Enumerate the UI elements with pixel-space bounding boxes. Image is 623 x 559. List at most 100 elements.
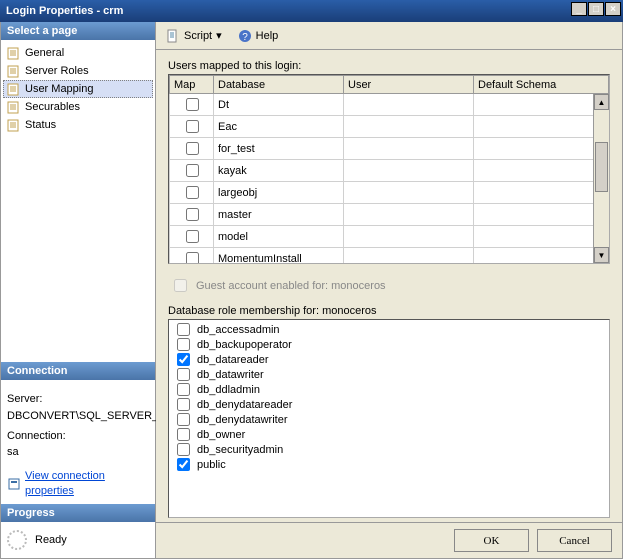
cell-schema <box>474 160 609 182</box>
role-checkbox[interactable] <box>177 353 190 366</box>
role-checkbox[interactable] <box>177 323 190 336</box>
role-label: db_denydatawriter <box>197 414 288 426</box>
progress-spinner-icon <box>7 530 27 550</box>
cell-user <box>344 226 474 248</box>
users-mapped-grid[interactable]: Map Database User Default Schema DtEacfo… <box>168 74 610 264</box>
table-row[interactable]: largeobj <box>170 182 609 204</box>
server-label: Server: <box>7 392 149 406</box>
role-item[interactable]: db_datawriter <box>173 367 605 382</box>
page-icon <box>7 46 21 60</box>
cell-schema <box>474 182 609 204</box>
role-checkbox[interactable] <box>177 413 190 426</box>
sidebar-item-user-mapping[interactable]: User Mapping <box>3 80 153 98</box>
script-icon <box>166 29 180 43</box>
table-row[interactable]: for_test <box>170 138 609 160</box>
role-item[interactable]: db_securityadmin <box>173 442 605 457</box>
sidebar-item-status[interactable]: Status <box>3 116 153 134</box>
role-checkbox[interactable] <box>177 338 190 351</box>
sidebar: Select a page GeneralServer RolesUser Ma… <box>1 22 156 558</box>
cell-database: model <box>214 226 344 248</box>
map-checkbox[interactable] <box>186 252 199 264</box>
cell-schema <box>474 138 609 160</box>
col-map[interactable]: Map <box>170 76 214 94</box>
cell-schema <box>474 116 609 138</box>
scroll-thumb[interactable] <box>595 142 608 192</box>
guest-account-checkbox: Guest account enabled for: monoceros <box>170 276 610 295</box>
users-mapped-label: Users mapped to this login: <box>168 60 610 72</box>
titlebar: Login Properties - crm _ □ × <box>0 0 623 22</box>
sidebar-item-server-roles[interactable]: Server Roles <box>3 62 153 80</box>
map-checkbox[interactable] <box>186 164 199 177</box>
col-schema[interactable]: Default Schema <box>474 76 609 94</box>
cell-database: master <box>214 204 344 226</box>
role-checkbox[interactable] <box>177 383 190 396</box>
connection-label: Connection: <box>7 429 149 443</box>
map-checkbox[interactable] <box>186 142 199 155</box>
role-checkbox[interactable] <box>177 428 190 441</box>
table-row[interactable]: model <box>170 226 609 248</box>
cell-schema <box>474 204 609 226</box>
table-row[interactable]: Dt <box>170 94 609 116</box>
progress-status: Ready <box>35 534 67 546</box>
role-label: db_owner <box>197 429 245 441</box>
table-row[interactable]: master <box>170 204 609 226</box>
cell-database: for_test <box>214 138 344 160</box>
role-checkbox[interactable] <box>177 443 190 456</box>
progress-header: Progress <box>1 504 155 522</box>
role-item[interactable]: public <box>173 457 605 472</box>
map-checkbox[interactable] <box>186 186 199 199</box>
map-checkbox[interactable] <box>186 98 199 111</box>
cell-user <box>344 160 474 182</box>
role-item[interactable]: db_accessadmin <box>173 322 605 337</box>
col-user[interactable]: User <box>344 76 474 94</box>
col-database[interactable]: Database <box>214 76 344 94</box>
connection-header: Connection <box>1 362 155 380</box>
page-icon <box>7 64 21 78</box>
cell-user <box>344 94 474 116</box>
connection-value: sa <box>7 445 149 459</box>
sidebar-item-securables[interactable]: Securables <box>3 98 153 116</box>
cell-database: largeobj <box>214 182 344 204</box>
table-row[interactable]: MomentumInstall <box>170 248 609 265</box>
close-icon[interactable]: × <box>605 2 621 16</box>
role-item[interactable]: db_denydatawriter <box>173 412 605 427</box>
map-checkbox[interactable] <box>186 120 199 133</box>
role-item[interactable]: db_denydatareader <box>173 397 605 412</box>
chevron-down-icon: ▾ <box>216 29 222 42</box>
cell-user <box>344 138 474 160</box>
role-checkbox[interactable] <box>177 398 190 411</box>
cell-user <box>344 248 474 265</box>
role-label: db_securityadmin <box>197 444 283 456</box>
ok-button[interactable]: OK <box>454 529 529 552</box>
window-title: Login Properties - crm <box>6 5 123 17</box>
roles-list[interactable]: db_accessadmin db_backupoperatordb_datare… <box>168 319 610 518</box>
role-label: db_denydatareader <box>197 399 292 411</box>
guest-checkbox-input <box>174 279 187 292</box>
map-checkbox[interactable] <box>186 230 199 243</box>
map-checkbox[interactable] <box>186 208 199 221</box>
role-item[interactable]: db_owner <box>173 427 605 442</box>
table-row[interactable]: Eac <box>170 116 609 138</box>
help-button[interactable]: ? Help <box>234 27 283 45</box>
scroll-up-icon[interactable]: ▲ <box>594 94 609 110</box>
script-button[interactable]: Script ▾ <box>162 27 226 45</box>
grid-scrollbar[interactable]: ▲ ▼ <box>593 94 609 263</box>
svg-text:?: ? <box>242 32 248 43</box>
maximize-icon[interactable]: □ <box>588 2 604 16</box>
scroll-down-icon[interactable]: ▼ <box>594 247 609 263</box>
role-checkbox[interactable] <box>177 458 190 471</box>
role-checkbox[interactable] <box>177 368 190 381</box>
page-icon <box>7 100 21 114</box>
role-item[interactable]: db_datareader <box>173 352 605 367</box>
table-row[interactable]: kayak <box>170 160 609 182</box>
role-item[interactable]: db_backupoperator <box>173 337 605 352</box>
role-label: db_backupoperator <box>197 339 292 351</box>
cell-database: Dt <box>214 94 344 116</box>
role-item[interactable]: db_ddladmin <box>173 382 605 397</box>
sidebar-item-general[interactable]: General <box>3 44 153 62</box>
cancel-button[interactable]: Cancel <box>537 529 612 552</box>
view-connection-properties-link[interactable]: View connection properties <box>7 469 149 498</box>
page-icon <box>7 82 21 96</box>
minimize-icon[interactable]: _ <box>571 2 587 16</box>
roles-label: Database role membership for: monoceros <box>168 305 610 317</box>
